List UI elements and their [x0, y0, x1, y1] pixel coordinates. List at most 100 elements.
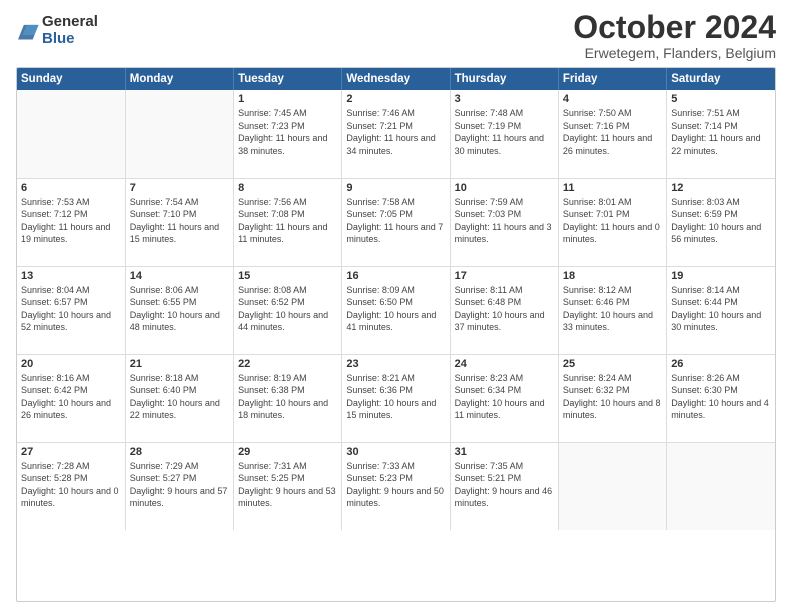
day-info: Sunrise: 8:08 AM Sunset: 6:52 PM Dayligh…	[238, 284, 337, 334]
day-info: Sunrise: 8:18 AM Sunset: 6:40 PM Dayligh…	[130, 372, 229, 422]
logo-text: General Blue	[42, 14, 98, 47]
calendar-day-cell	[17, 90, 125, 178]
day-info: Sunrise: 8:26 AM Sunset: 6:30 PM Dayligh…	[671, 372, 771, 422]
calendar-day-cell: 10Sunrise: 7:59 AM Sunset: 7:03 PM Dayli…	[450, 178, 558, 266]
day-info: Sunrise: 7:46 AM Sunset: 7:21 PM Dayligh…	[346, 107, 445, 157]
calendar-day-cell: 31Sunrise: 7:35 AM Sunset: 5:21 PM Dayli…	[450, 442, 558, 530]
day-info: Sunrise: 8:09 AM Sunset: 6:50 PM Dayligh…	[346, 284, 445, 334]
day-info: Sunrise: 7:48 AM Sunset: 7:19 PM Dayligh…	[455, 107, 554, 157]
day-number: 21	[130, 358, 229, 370]
header: General Blue October 2024 Erwetegem, Fla…	[16, 10, 776, 61]
day-of-week-header: Sunday	[17, 68, 125, 90]
logo-general: General	[42, 14, 98, 31]
day-info: Sunrise: 7:50 AM Sunset: 7:16 PM Dayligh…	[563, 107, 662, 157]
logo: General Blue	[16, 14, 98, 47]
calendar-day-cell: 19Sunrise: 8:14 AM Sunset: 6:44 PM Dayli…	[667, 266, 775, 354]
day-info: Sunrise: 8:04 AM Sunset: 6:57 PM Dayligh…	[21, 284, 121, 334]
day-info: Sunrise: 8:23 AM Sunset: 6:34 PM Dayligh…	[455, 372, 554, 422]
day-number: 18	[563, 270, 662, 282]
day-number: 3	[455, 93, 554, 105]
calendar-day-cell: 17Sunrise: 8:11 AM Sunset: 6:48 PM Dayli…	[450, 266, 558, 354]
logo-blue: Blue	[42, 31, 98, 48]
calendar-day-cell: 21 Sunrise: 8:18 AM Sunset: 6:40 PM Dayli…	[125, 354, 233, 442]
calendar-week-row: 6 Sunrise: 7:53 AM Sunset: 7:12 PM Daylig…	[17, 178, 775, 266]
calendar-day-cell: 23 Sunrise: 8:21 AM Sunset: 6:36 PM Dayli…	[342, 354, 450, 442]
calendar-day-cell	[667, 442, 775, 530]
day-number: 28	[130, 446, 229, 458]
day-info: Sunrise: 7:45 AM Sunset: 7:23 PM Dayligh…	[238, 107, 337, 157]
day-number: 25	[563, 358, 662, 370]
calendar-header-row: SundayMondayTuesdayWednesdayThursdayFrid…	[17, 68, 775, 90]
calendar-day-cell: 7 Sunrise: 7:54 AM Sunset: 7:10 PM Daylig…	[125, 178, 233, 266]
calendar-day-cell: 22Sunrise: 8:19 AM Sunset: 6:38 PM Dayli…	[234, 354, 342, 442]
page-title: October 2024	[573, 10, 776, 45]
day-info: Sunrise: 8:14 AM Sunset: 6:44 PM Dayligh…	[671, 284, 771, 334]
page: General Blue October 2024 Erwetegem, Fla…	[0, 0, 792, 612]
day-info: Sunrise: 7:28 AM Sunset: 5:28 PM Dayligh…	[21, 460, 121, 510]
calendar-day-cell: 15 Sunrise: 8:08 AM Sunset: 6:52 PM Dayli…	[234, 266, 342, 354]
calendar-day-cell: 24 Sunrise: 8:23 AM Sunset: 6:34 PM Dayli…	[450, 354, 558, 442]
calendar-day-cell: 5 Sunrise: 7:51 AM Sunset: 7:14 PM Daylig…	[667, 90, 775, 178]
day-info: Sunrise: 7:59 AM Sunset: 7:03 PM Dayligh…	[455, 196, 554, 246]
day-info: Sunrise: 8:06 AM Sunset: 6:55 PM Dayligh…	[130, 284, 229, 334]
calendar-day-cell	[125, 90, 233, 178]
day-number: 4	[563, 93, 662, 105]
day-info: Sunrise: 8:03 AM Sunset: 6:59 PM Dayligh…	[671, 196, 771, 246]
logo-icon	[18, 19, 40, 41]
calendar-day-cell: 16 Sunrise: 8:09 AM Sunset: 6:50 PM Dayli…	[342, 266, 450, 354]
day-info: Sunrise: 7:35 AM Sunset: 5:21 PM Dayligh…	[455, 460, 554, 510]
calendar: SundayMondayTuesdayWednesdayThursdayFrid…	[16, 67, 776, 602]
day-info: Sunrise: 7:54 AM Sunset: 7:10 PM Dayligh…	[130, 196, 229, 246]
day-info: Sunrise: 8:21 AM Sunset: 6:36 PM Dayligh…	[346, 372, 445, 422]
day-number: 23	[346, 358, 445, 370]
day-number: 1	[238, 93, 337, 105]
day-info: Sunrise: 7:53 AM Sunset: 7:12 PM Dayligh…	[21, 196, 121, 246]
day-of-week-header: Tuesday	[234, 68, 342, 90]
day-number: 27	[21, 446, 121, 458]
calendar-table: SundayMondayTuesdayWednesdayThursdayFrid…	[17, 68, 775, 530]
day-number: 7	[130, 182, 229, 194]
day-of-week-header: Monday	[125, 68, 233, 90]
day-number: 9	[346, 182, 445, 194]
day-info: Sunrise: 8:16 AM Sunset: 6:42 PM Dayligh…	[21, 372, 121, 422]
day-of-week-header: Friday	[558, 68, 666, 90]
day-number: 11	[563, 182, 662, 194]
day-number: 17	[455, 270, 554, 282]
calendar-day-cell: 14 Sunrise: 8:06 AM Sunset: 6:55 PM Dayli…	[125, 266, 233, 354]
day-number: 6	[21, 182, 121, 194]
day-number: 8	[238, 182, 337, 194]
calendar-day-cell	[558, 442, 666, 530]
calendar-day-cell: 30Sunrise: 7:33 AM Sunset: 5:23 PM Dayli…	[342, 442, 450, 530]
calendar-day-cell: 25 Sunrise: 8:24 AM Sunset: 6:32 PM Dayli…	[558, 354, 666, 442]
day-number: 30	[346, 446, 445, 458]
calendar-day-cell: 11 Sunrise: 8:01 AM Sunset: 7:01 PM Dayli…	[558, 178, 666, 266]
day-number: 2	[346, 93, 445, 105]
day-number: 5	[671, 93, 771, 105]
calendar-day-cell: 6 Sunrise: 7:53 AM Sunset: 7:12 PM Daylig…	[17, 178, 125, 266]
day-info: Sunrise: 7:58 AM Sunset: 7:05 PM Dayligh…	[346, 196, 445, 246]
day-number: 16	[346, 270, 445, 282]
title-block: October 2024 Erwetegem, Flanders, Belgiu…	[573, 10, 776, 61]
day-info: Sunrise: 7:56 AM Sunset: 7:08 PM Dayligh…	[238, 196, 337, 246]
calendar-day-cell: 12 Sunrise: 8:03 AM Sunset: 6:59 PM Dayli…	[667, 178, 775, 266]
day-info: Sunrise: 8:12 AM Sunset: 6:46 PM Dayligh…	[563, 284, 662, 334]
day-number: 13	[21, 270, 121, 282]
day-info: Sunrise: 7:31 AM Sunset: 5:25 PM Dayligh…	[238, 460, 337, 510]
calendar-week-row: 27 Sunrise: 7:28 AM Sunset: 5:28 PM Dayli…	[17, 442, 775, 530]
calendar-day-cell: 28Sunrise: 7:29 AM Sunset: 5:27 PM Dayli…	[125, 442, 233, 530]
day-of-week-header: Saturday	[667, 68, 775, 90]
calendar-day-cell: 3 Sunrise: 7:48 AM Sunset: 7:19 PM Daylig…	[450, 90, 558, 178]
day-info: Sunrise: 7:51 AM Sunset: 7:14 PM Dayligh…	[671, 107, 771, 157]
day-number: 12	[671, 182, 771, 194]
calendar-day-cell: 27 Sunrise: 7:28 AM Sunset: 5:28 PM Dayli…	[17, 442, 125, 530]
day-number: 20	[21, 358, 121, 370]
day-number: 22	[238, 358, 337, 370]
day-number: 29	[238, 446, 337, 458]
day-number: 14	[130, 270, 229, 282]
day-info: Sunrise: 8:01 AM Sunset: 7:01 PM Dayligh…	[563, 196, 662, 246]
day-info: Sunrise: 8:24 AM Sunset: 6:32 PM Dayligh…	[563, 372, 662, 422]
day-number: 24	[455, 358, 554, 370]
day-number: 15	[238, 270, 337, 282]
calendar-week-row: 13 Sunrise: 8:04 AM Sunset: 6:57 PM Dayli…	[17, 266, 775, 354]
calendar-day-cell: 8 Sunrise: 7:56 AM Sunset: 7:08 PM Daylig…	[234, 178, 342, 266]
